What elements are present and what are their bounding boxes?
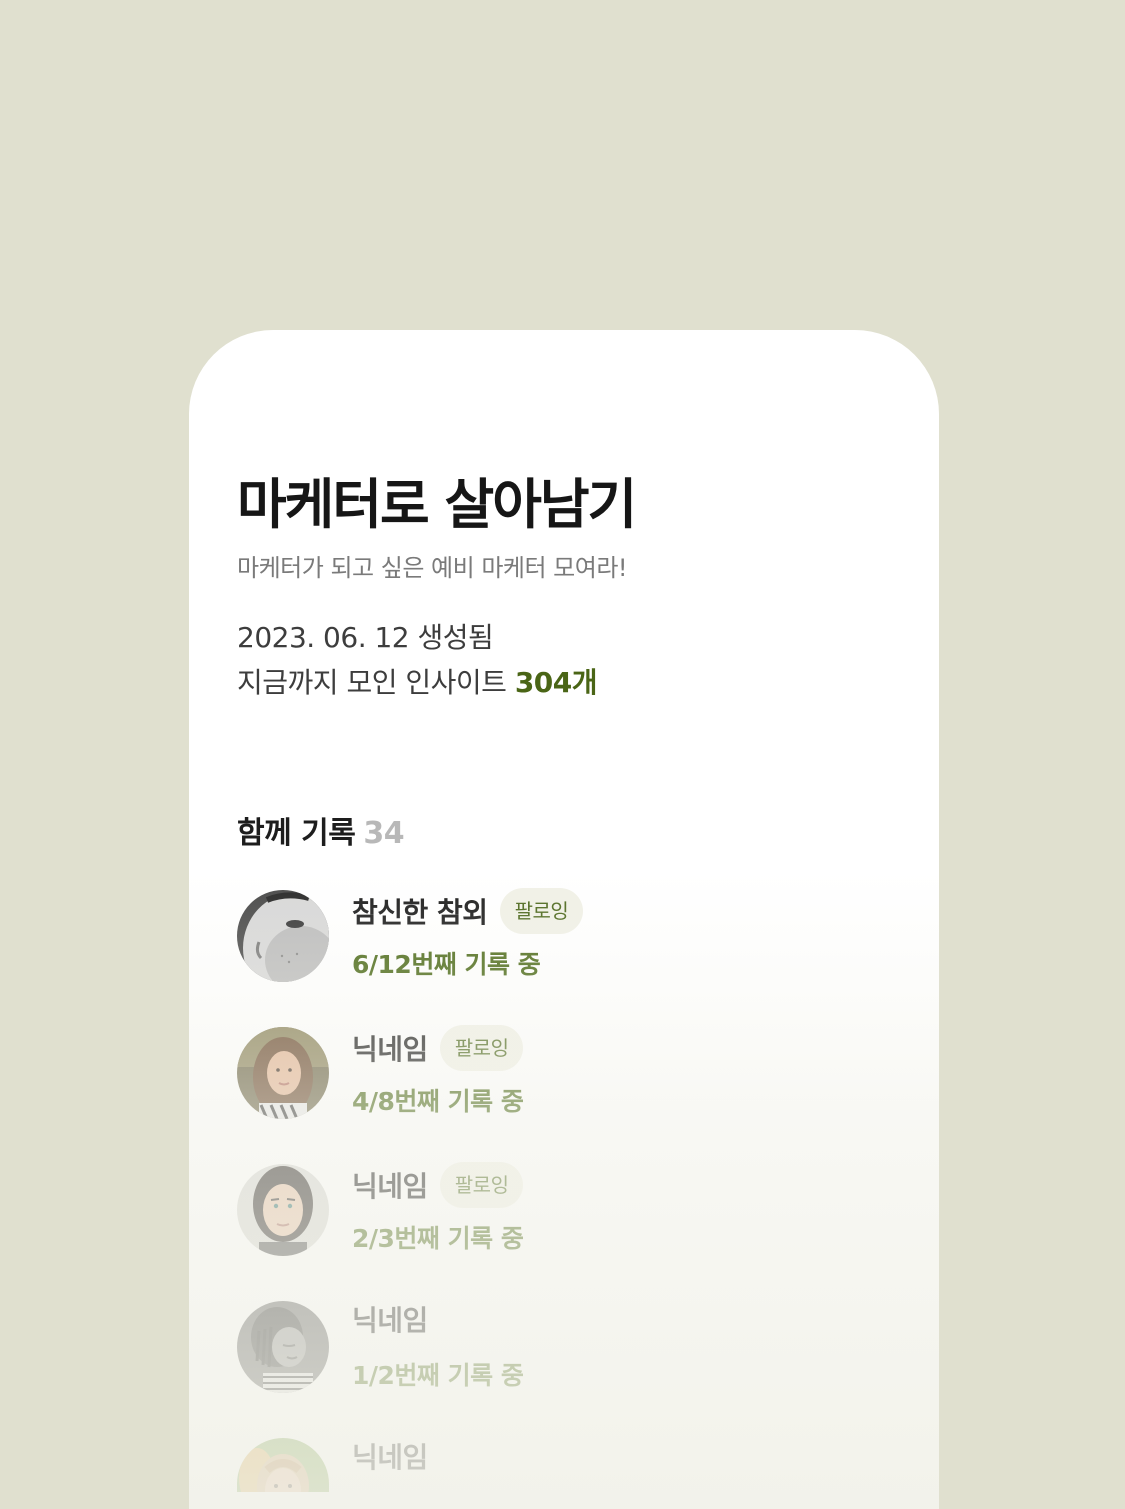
member-avatar[interactable] — [237, 890, 329, 982]
following-badge[interactable]: 팔로잉 — [439, 1162, 524, 1208]
members-section-label: 함께 기록 — [237, 816, 356, 851]
following-badge[interactable]: 팔로잉 — [439, 1025, 524, 1071]
member-avatar[interactable] — [237, 1301, 329, 1393]
created-date: 2023. 06. 12 생성됨 — [237, 621, 494, 654]
member-item[interactable]: 닉네임 1/2번째 기록 중 — [237, 1301, 891, 1393]
member-name: 닉네임 — [352, 1441, 428, 1474]
insights-summary: 지금까지 모인 인사이트 304개 — [237, 661, 598, 701]
member-name: 닉네임 — [352, 1170, 428, 1203]
member-progress: 1/2번째 기록 중 — [352, 1361, 524, 1390]
member-avatar[interactable] — [237, 1164, 329, 1256]
group-card: 마케터로 살아남기 마케터가 되고 싶은 예비 마케터 모여라! 2023. 0… — [189, 330, 939, 1509]
insights-label: 지금까지 모인 인사이트 — [237, 666, 507, 699]
member-name-row: 닉네임 팔로잉 — [352, 1162, 524, 1208]
member-name-row: 닉네임 — [352, 1299, 428, 1339]
member-progress: 6/12번째 기록 중 — [352, 950, 541, 979]
member-name-row: 닉네임 팔로잉 — [352, 1025, 524, 1071]
following-badge[interactable]: 팔로잉 — [499, 888, 584, 934]
member-progress: 4/8번째 기록 중 — [352, 1087, 524, 1116]
member-item[interactable]: 닉네임 팔로잉 4/8번째 기록 중 — [237, 1025, 891, 1119]
member-name: 닉네임 — [352, 1304, 428, 1337]
member-avatar[interactable] — [237, 1027, 329, 1119]
group-description: 마케터가 되고 싶은 예비 마케터 모여라! — [237, 554, 628, 582]
member-name-row: 참신한 참외 팔로잉 — [352, 888, 584, 934]
member-avatar[interactable] — [237, 1438, 329, 1492]
members-count: 34 — [363, 816, 405, 851]
member-name: 참신한 참외 — [352, 896, 488, 929]
insights-count: 304개 — [514, 666, 598, 699]
members-section-title: 함께 기록 34 — [237, 808, 405, 852]
member-progress: 2/3번째 기록 중 — [352, 1224, 524, 1253]
member-name-row: 닉네임 — [352, 1436, 428, 1476]
member-item[interactable]: 닉네임 — [237, 1438, 891, 1509]
group-title: 마케터로 살아남기 — [237, 473, 637, 536]
member-item[interactable]: 참신한 참외 팔로잉 6/12번째 기록 중 — [237, 888, 891, 982]
member-item[interactable]: 닉네임 팔로잉 2/3번째 기록 중 — [237, 1162, 891, 1256]
member-name: 닉네임 — [352, 1033, 428, 1066]
